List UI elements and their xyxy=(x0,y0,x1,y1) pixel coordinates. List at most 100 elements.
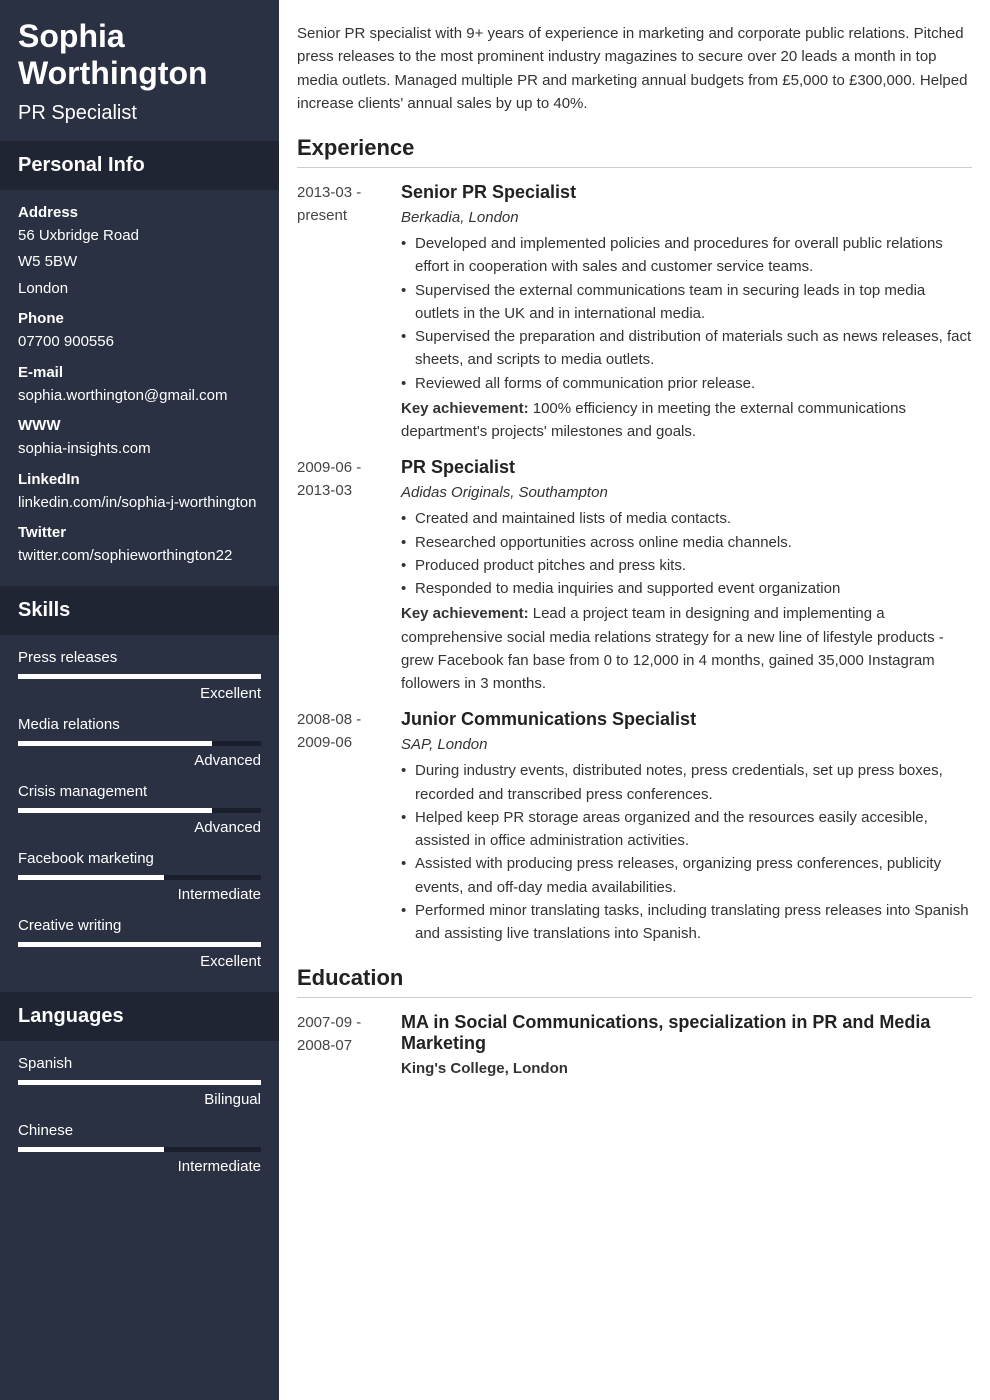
address-line1: 56 Uxbridge Road xyxy=(18,225,261,248)
person-title: PR Specialist xyxy=(18,102,261,125)
skill-name: Creative writing xyxy=(18,917,261,934)
experience-entry: 2013-03 - presentSenior PR Specialist Ber… xyxy=(297,182,972,443)
experience-heading: Experience xyxy=(297,135,972,168)
education-body: MA in Social Communications, specializat… xyxy=(401,1012,972,1077)
experience-achievement: Key achievement: Lead a project team in … xyxy=(401,602,972,695)
experience-bullet: Researched opportunities across online m… xyxy=(401,531,972,554)
phone-label: Phone xyxy=(18,310,261,327)
experience-date: 2008-08 - 2009-06 xyxy=(297,709,401,945)
experience-bullet: Supervised the preparation and distribut… xyxy=(401,325,972,372)
experience-bullets: During industry events, distributed note… xyxy=(401,759,972,945)
experience-title: Senior PR Specialist xyxy=(401,182,972,203)
name-block: Sophia Worthington PR Specialist xyxy=(0,0,279,141)
experience-bullet: Helped keep PR storage areas organized a… xyxy=(401,806,972,853)
experience-bullet: During industry events, distributed note… xyxy=(401,759,972,806)
experience-bullets: Created and maintained lists of media co… xyxy=(401,507,972,600)
experience-title: PR Specialist xyxy=(401,457,972,478)
experience-entry: 2009-06 - 2013-03PR Specialist Adidas Ori… xyxy=(297,457,972,695)
skill-bar xyxy=(18,942,261,947)
skill-bar-fill xyxy=(18,808,212,813)
education-list: 2007-09 - 2008-07MA in Social Communicat… xyxy=(297,1012,972,1077)
skill-item: Facebook marketing Intermediate xyxy=(18,850,261,903)
language-bar xyxy=(18,1080,261,1085)
personal-info-block: Address 56 Uxbridge Road W5 5BW London P… xyxy=(0,190,279,586)
education-entry: 2007-09 - 2008-07MA in Social Communicat… xyxy=(297,1012,972,1077)
skill-name: Media relations xyxy=(18,716,261,733)
www-value: sophia-insights.com xyxy=(18,438,261,461)
skills-block: Press releases Excellent Media relations Ad… xyxy=(0,635,279,992)
language-item: Chinese Intermediate xyxy=(18,1122,261,1175)
education-heading: Education xyxy=(297,965,972,998)
experience-bullet: Produced product pitches and press kits. xyxy=(401,554,972,577)
language-bar-fill xyxy=(18,1147,164,1152)
education-title: MA in Social Communications, specializat… xyxy=(401,1012,972,1054)
language-bar xyxy=(18,1147,261,1152)
experience-title: Junior Communications Specialist xyxy=(401,709,972,730)
skill-bar-fill xyxy=(18,674,261,679)
skill-bar xyxy=(18,808,261,813)
experience-date: 2009-06 - 2013-03 xyxy=(297,457,401,695)
education-date: 2007-09 - 2008-07 xyxy=(297,1012,401,1077)
personal-info-heading: Personal Info xyxy=(0,141,279,190)
experience-bullet: Assisted with producing press releases, … xyxy=(401,852,972,899)
experience-entry: 2008-08 - 2009-06Junior Communications S… xyxy=(297,709,972,945)
experience-subtitle: Adidas Originals, Southampton xyxy=(401,484,972,501)
experience-body: Senior PR Specialist Berkadia, London Deve… xyxy=(401,182,972,443)
skill-bar xyxy=(18,741,261,746)
experience-body: PR Specialist Adidas Originals, Southampt… xyxy=(401,457,972,695)
linkedin-value: linkedin.com/in/sophia-j-worthington xyxy=(18,492,261,515)
language-level: Intermediate xyxy=(18,1158,261,1175)
skill-level: Excellent xyxy=(18,953,261,970)
experience-subtitle: Berkadia, London xyxy=(401,209,972,226)
skill-name: Crisis management xyxy=(18,783,261,800)
twitter-label: Twitter xyxy=(18,524,261,541)
skills-heading: Skills xyxy=(0,586,279,635)
language-bar-fill xyxy=(18,1080,261,1085)
skill-bar-fill xyxy=(18,942,261,947)
languages-block: Spanish Bilingual Chinese Intermediate xyxy=(0,1041,279,1197)
skill-level: Excellent xyxy=(18,685,261,702)
phone-value: 07700 900556 xyxy=(18,331,261,354)
experience-body: Junior Communications Specialist SAP, Lon… xyxy=(401,709,972,945)
language-level: Bilingual xyxy=(18,1091,261,1108)
email-value: sophia.worthington@gmail.com xyxy=(18,385,261,408)
experience-bullet: Supervised the external communications t… xyxy=(401,279,972,326)
address-line3: London xyxy=(18,278,261,301)
experience-bullet: Responded to media inquiries and support… xyxy=(401,577,972,600)
email-label: E-mail xyxy=(18,364,261,381)
skill-bar-fill xyxy=(18,741,212,746)
languages-heading: Languages xyxy=(0,992,279,1041)
skill-bar xyxy=(18,875,261,880)
experience-date: 2013-03 - present xyxy=(297,182,401,443)
experience-bullet: Developed and implemented policies and p… xyxy=(401,232,972,279)
experience-achievement: Key achievement: 100% efficiency in meet… xyxy=(401,397,972,444)
experience-list: 2013-03 - presentSenior PR Specialist Ber… xyxy=(297,182,972,945)
twitter-value: twitter.com/sophieworthington22 xyxy=(18,545,261,568)
experience-bullets: Developed and implemented policies and p… xyxy=(401,232,972,395)
person-name: Sophia Worthington xyxy=(18,18,261,92)
experience-bullet: Performed minor translating tasks, inclu… xyxy=(401,899,972,946)
summary-text: Senior PR specialist with 9+ years of ex… xyxy=(297,22,972,115)
language-name: Spanish xyxy=(18,1055,261,1072)
skill-item: Press releases Excellent xyxy=(18,649,261,702)
experience-bullet: Created and maintained lists of media co… xyxy=(401,507,972,530)
skill-bar-fill xyxy=(18,875,164,880)
skill-name: Facebook marketing xyxy=(18,850,261,867)
language-item: Spanish Bilingual xyxy=(18,1055,261,1108)
language-name: Chinese xyxy=(18,1122,261,1139)
linkedin-label: LinkedIn xyxy=(18,471,261,488)
skill-item: Media relations Advanced xyxy=(18,716,261,769)
skill-name: Press releases xyxy=(18,649,261,666)
main-content: Senior PR specialist with 9+ years of ex… xyxy=(279,0,990,1400)
skill-item: Creative writing Excellent xyxy=(18,917,261,970)
www-label: WWW xyxy=(18,417,261,434)
skill-level: Advanced xyxy=(18,752,261,769)
experience-bullet: Reviewed all forms of communication prio… xyxy=(401,372,972,395)
education-subtitle: King's College, London xyxy=(401,1060,972,1077)
address-label: Address xyxy=(18,204,261,221)
experience-subtitle: SAP, London xyxy=(401,736,972,753)
skill-item: Crisis managementAdvanced xyxy=(18,783,261,836)
address-line2: W5 5BW xyxy=(18,251,261,274)
skill-level: Intermediate xyxy=(18,886,261,903)
skill-bar xyxy=(18,674,261,679)
